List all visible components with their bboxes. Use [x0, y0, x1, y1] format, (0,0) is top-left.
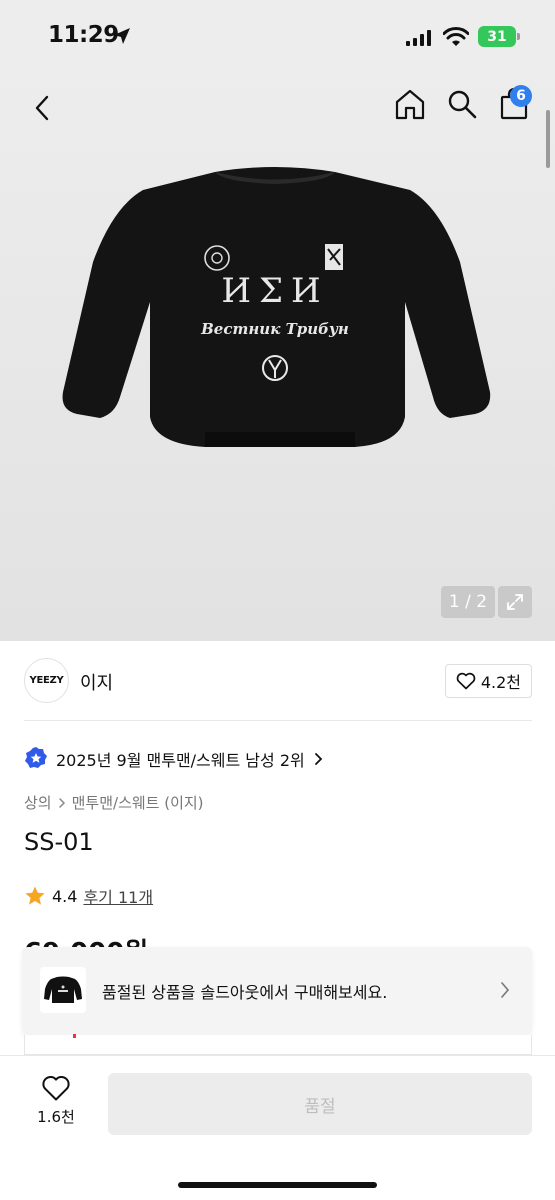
ranking-badge-icon	[25, 747, 47, 768]
breadcrumb-item-subcategory[interactable]: 맨투맨/스웨트 (이지)	[72, 792, 204, 813]
brand-name[interactable]: 이지	[80, 669, 113, 695]
ranking-link[interactable]: 2025년 9월 맨투맨/스웨트 남성 2위	[24, 744, 323, 774]
brand-logo[interactable]: YEEZY	[24, 658, 69, 703]
location-arrow-icon	[114, 28, 130, 44]
bottom-action-bar: 1.6천 품절	[0, 1055, 555, 1200]
wifi-icon	[443, 27, 469, 46]
battery-level: 31	[487, 28, 507, 45]
back-button[interactable]	[22, 88, 62, 128]
brand-like-count: 4.2천	[480, 673, 521, 692]
search-icon	[448, 90, 477, 119]
status-bar: 11:29 31	[0, 0, 555, 64]
brand-row[interactable]: YEEZY 이지 4.2천	[24, 658, 532, 704]
chevron-right-icon	[58, 797, 65, 808]
sweatshirt-thumbnail-icon	[44, 976, 82, 1003]
ranking-text: 2025년 9월 맨투맨/스웨트 남성 2위	[56, 751, 305, 770]
breadcrumb: 상의 맨투맨/스웨트 (이지)	[24, 792, 204, 813]
home-indicator	[178, 1182, 377, 1188]
wishlist-button[interactable]: 1.6천	[24, 1074, 88, 1134]
star-icon	[25, 886, 45, 905]
expand-image-button[interactable]	[498, 586, 532, 618]
breadcrumb-item-category[interactable]: 상의	[24, 792, 52, 813]
chevron-left-icon	[35, 95, 49, 121]
expand-icon	[507, 594, 523, 610]
cellular-signal-icon	[406, 30, 431, 46]
product-gallery[interactable]: 6 ИΣИ Вестник Трибун 1 / 2	[0, 64, 555, 641]
brand-logo-text: YEEZY	[29, 675, 64, 686]
scrollbar[interactable]	[546, 110, 550, 168]
cart-count-badge: 6	[510, 85, 532, 107]
sale-mark	[73, 1034, 76, 1038]
home-icon	[395, 89, 425, 120]
status-time: 11:29	[48, 22, 119, 48]
shirt-print-script: Вестник Трибун	[200, 320, 349, 338]
search-button[interactable]	[442, 84, 482, 124]
heart-outline-icon	[456, 672, 476, 690]
image-counter: 1 / 2	[441, 586, 495, 618]
divider	[24, 720, 532, 721]
brand-like-button[interactable]: 4.2천	[444, 664, 532, 698]
review-count-link[interactable]: 후기 11개	[83, 884, 153, 908]
buy-button-disabled[interactable]: 품절	[108, 1073, 532, 1135]
home-button[interactable]	[390, 84, 430, 124]
option-card	[24, 1035, 532, 1055]
rating-row: 4.4 후기 11개	[24, 884, 153, 908]
product-image-sweatshirt[interactable]: ИΣИ Вестник Трибун	[55, 152, 495, 482]
banner-text: 품절된 상품을 솔드아웃에서 구매해보세요.	[102, 983, 388, 1002]
price-partial: 69,000원	[24, 930, 148, 948]
soldout-promo-banner[interactable]: 품절된 상품을 솔드아웃에서 구매해보세요.	[22, 947, 532, 1035]
banner-thumbnail	[40, 967, 86, 1013]
price-text: 69,000원	[24, 932, 148, 948]
wishlist-count: 1.6천	[37, 1108, 75, 1126]
shirt-print-text: ИΣИ	[221, 271, 328, 311]
product-title: SS-01	[24, 828, 94, 856]
heart-outline-icon	[42, 1076, 70, 1101]
rating-value: 4.4	[52, 886, 78, 906]
chevron-right-icon	[314, 753, 323, 765]
chevron-right-icon	[501, 982, 510, 998]
battery-indicator: 31	[478, 26, 520, 47]
